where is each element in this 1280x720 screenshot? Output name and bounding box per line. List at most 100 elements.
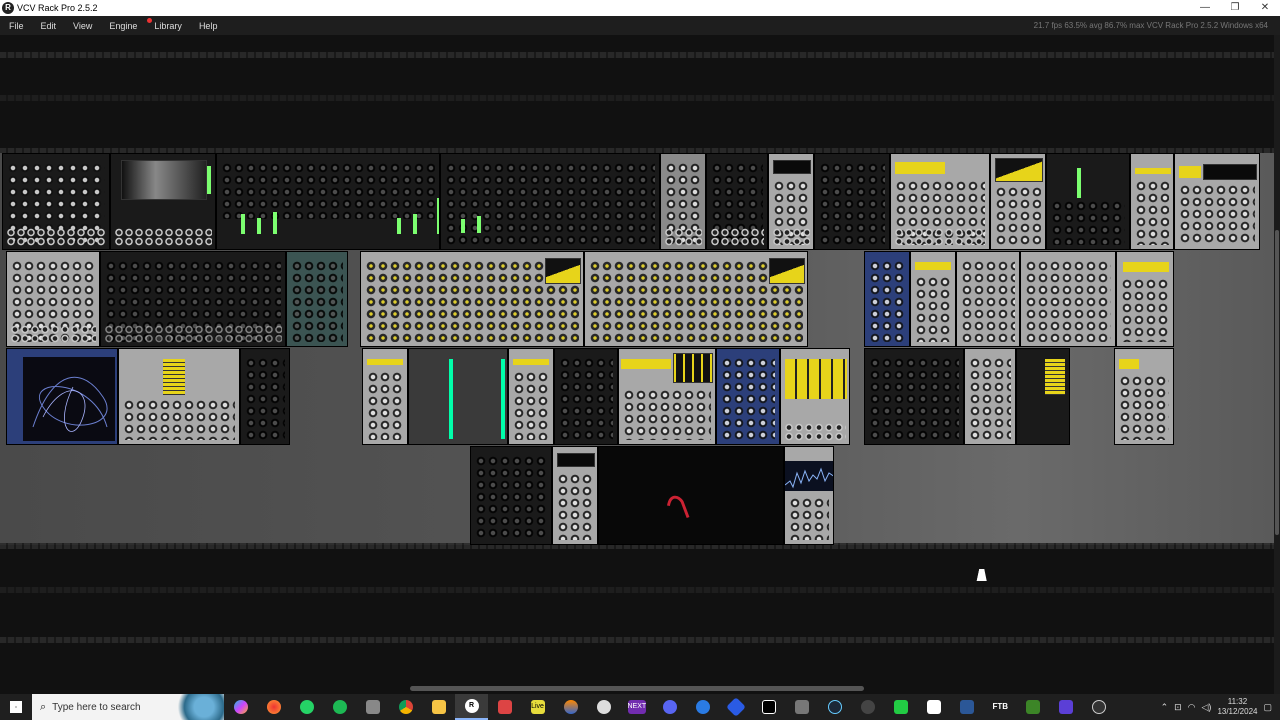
spectrum-module[interactable] xyxy=(784,446,834,545)
spotify-icon[interactable] xyxy=(323,694,356,720)
mixer-module[interactable] xyxy=(216,153,440,250)
notification-dot xyxy=(147,17,153,23)
module[interactable] xyxy=(360,251,584,347)
app-icon[interactable] xyxy=(488,694,521,720)
menu-library[interactable]: Library xyxy=(145,17,190,31)
app-icon[interactable] xyxy=(917,694,950,720)
visualizer-module[interactable] xyxy=(598,446,784,545)
module[interactable] xyxy=(780,348,850,445)
whatsapp-icon[interactable] xyxy=(290,694,323,720)
restore-button[interactable]: ❐ xyxy=(1220,0,1250,16)
chrome-icon[interactable] xyxy=(389,694,422,720)
module[interactable] xyxy=(2,153,110,250)
wifi-icon[interactable]: ◠ xyxy=(1188,702,1196,713)
module[interactable] xyxy=(964,348,1016,445)
module[interactable] xyxy=(408,348,508,445)
file-explorer-icon[interactable] xyxy=(422,694,455,720)
sequencer-module[interactable] xyxy=(440,153,660,250)
search-icon: ⌕ xyxy=(40,700,47,713)
rack-rail xyxy=(0,52,1274,58)
discord-icon[interactable] xyxy=(653,694,686,720)
module[interactable] xyxy=(1174,153,1260,250)
vcv-rack-taskbar-icon[interactable]: R xyxy=(455,694,488,720)
module[interactable] xyxy=(362,348,408,445)
module[interactable] xyxy=(618,348,716,445)
search-placeholder: Type here to search xyxy=(52,701,141,713)
module[interactable] xyxy=(1116,251,1174,347)
module[interactable] xyxy=(240,348,290,445)
module[interactable] xyxy=(1114,348,1174,445)
app-icon[interactable] xyxy=(356,694,389,720)
app-icon[interactable] xyxy=(884,694,917,720)
module[interactable] xyxy=(470,446,552,545)
app-icon[interactable] xyxy=(950,694,983,720)
module[interactable] xyxy=(118,348,240,445)
start-button[interactable] xyxy=(0,694,32,720)
app-icon[interactable] xyxy=(587,694,620,720)
menu-engine[interactable]: Engine xyxy=(100,21,145,31)
menu-view[interactable]: View xyxy=(64,21,100,31)
menu-edit[interactable]: Edit xyxy=(32,21,65,31)
app-icon[interactable] xyxy=(719,694,752,720)
ableton-live-icon[interactable]: Live xyxy=(521,694,554,720)
clock-date: 13/12/2024 xyxy=(1217,707,1258,716)
scope-trace xyxy=(32,376,108,432)
module[interactable] xyxy=(890,153,990,250)
module[interactable] xyxy=(286,251,348,347)
module[interactable] xyxy=(990,153,1046,250)
menu-help[interactable]: Help xyxy=(190,21,226,31)
vertical-scrollbar[interactable] xyxy=(1274,35,1280,694)
module[interactable] xyxy=(1016,348,1070,445)
xy-scope-module[interactable] xyxy=(6,348,118,445)
module[interactable] xyxy=(814,153,890,250)
vertical-scroll-thumb[interactable] xyxy=(1275,230,1279,535)
module[interactable] xyxy=(864,348,964,445)
app-icon[interactable] xyxy=(785,694,818,720)
module[interactable] xyxy=(660,153,706,250)
copilot-icon[interactable] xyxy=(224,694,257,720)
module[interactable] xyxy=(706,153,768,250)
firefox-icon[interactable] xyxy=(257,694,290,720)
capcut-icon[interactable] xyxy=(752,694,785,720)
app-icon[interactable] xyxy=(851,694,884,720)
module[interactable] xyxy=(910,251,956,347)
menu-bar: File Edit View Engine Library Help 21.7 … xyxy=(0,16,1280,35)
search-highlight-image xyxy=(174,694,224,720)
app-icon[interactable] xyxy=(1082,694,1115,720)
close-button[interactable]: ✕ xyxy=(1250,0,1280,16)
taskbar-search[interactable]: ⌕ Type here to search xyxy=(32,694,224,720)
minecraft-icon[interactable] xyxy=(1016,694,1049,720)
network-icon[interactable]: ⊡ xyxy=(1174,702,1182,713)
module[interactable] xyxy=(768,153,814,250)
next-icon[interactable]: NEXT xyxy=(620,694,653,720)
module[interactable] xyxy=(1046,153,1130,250)
module[interactable] xyxy=(508,348,554,445)
app-icon[interactable] xyxy=(1049,694,1082,720)
module[interactable] xyxy=(554,348,618,445)
spectrum-trace xyxy=(785,467,833,489)
horizontal-scroll-thumb[interactable] xyxy=(410,686,864,691)
module[interactable] xyxy=(6,251,100,347)
module[interactable] xyxy=(1020,251,1116,347)
rack-rail xyxy=(0,95,1274,101)
module[interactable] xyxy=(584,251,808,347)
module[interactable] xyxy=(100,251,286,347)
minimize-button[interactable]: — xyxy=(1190,0,1220,16)
clock[interactable]: 11:32 13/12/2024 xyxy=(1217,697,1257,717)
app-icon[interactable] xyxy=(554,694,587,720)
notification-icon[interactable]: ▢ xyxy=(1263,702,1272,713)
module[interactable] xyxy=(956,251,1020,347)
module[interactable] xyxy=(864,251,910,347)
rack-canvas[interactable] xyxy=(0,35,1274,685)
volume-icon[interactable]: ◁) xyxy=(1202,702,1212,713)
windows-taskbar: ⌕ Type here to search R Live NEXT FTB ⌃ … xyxy=(0,694,1280,720)
menu-file[interactable]: File xyxy=(0,21,32,31)
module[interactable] xyxy=(1130,153,1174,250)
chevron-up-icon[interactable]: ⌃ xyxy=(1161,702,1169,713)
steam-icon[interactable] xyxy=(818,694,851,720)
app-icon[interactable] xyxy=(686,694,719,720)
module[interactable] xyxy=(552,446,598,545)
ftb-icon[interactable]: FTB xyxy=(983,694,1016,720)
scope-module[interactable] xyxy=(110,153,216,250)
module[interactable] xyxy=(716,348,780,445)
